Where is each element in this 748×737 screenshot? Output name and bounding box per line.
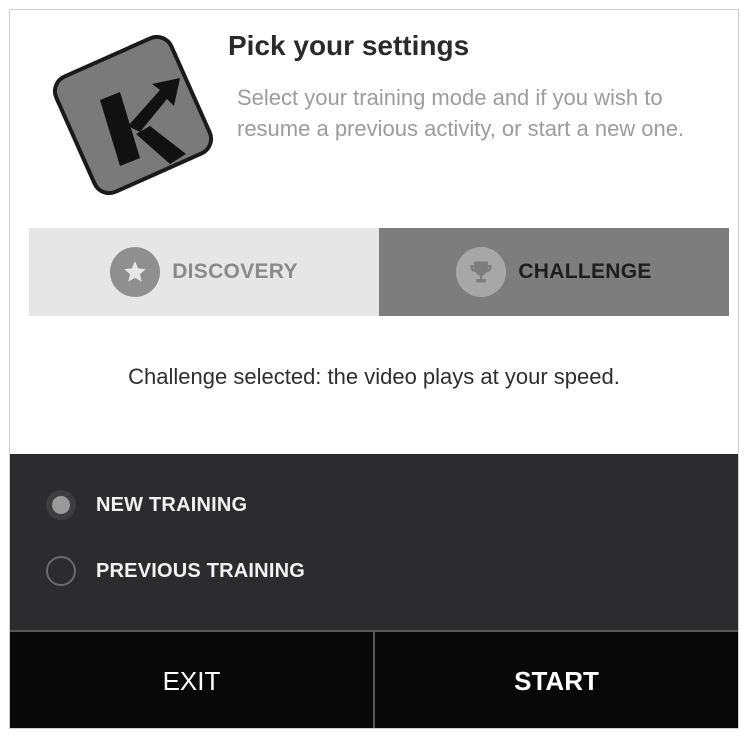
radio-previous-training[interactable] xyxy=(46,556,76,586)
tab-challenge-label: CHALLENGE xyxy=(518,260,652,283)
mode-description: Challenge selected: the video plays at y… xyxy=(128,364,620,389)
logo-letter: K xyxy=(48,30,49,31)
page-subtitle: Select your training mode and if you wis… xyxy=(237,85,685,141)
training-mode-tabs: DISCOVERY CHALLENGE xyxy=(29,228,729,316)
settings-dialog: K Pick your settings Select your trainin… xyxy=(9,9,739,729)
radio-new-training[interactable] xyxy=(46,490,76,520)
trophy-icon xyxy=(456,247,507,297)
option-previous-training-label: PREVIOUS TRAINING xyxy=(96,559,305,582)
option-new-training[interactable]: NEW TRAINING xyxy=(46,490,247,520)
tab-discovery-label: DISCOVERY xyxy=(172,260,298,283)
start-button[interactable]: START xyxy=(375,630,738,728)
tab-discovery[interactable]: DISCOVERY xyxy=(29,228,379,316)
exit-button[interactable]: EXIT xyxy=(10,630,375,728)
tab-challenge[interactable]: CHALLENGE xyxy=(379,228,729,316)
option-new-training-label: NEW TRAINING xyxy=(96,493,248,516)
training-options-panel: NEW TRAINING PREVIOUS TRAINING xyxy=(10,454,738,630)
app-logo: K xyxy=(48,30,214,196)
action-bar: EXIT START xyxy=(10,630,738,728)
option-previous-training[interactable]: PREVIOUS TRAINING xyxy=(46,556,305,586)
page-title: Pick your settings xyxy=(228,30,470,61)
star-icon xyxy=(110,247,161,297)
